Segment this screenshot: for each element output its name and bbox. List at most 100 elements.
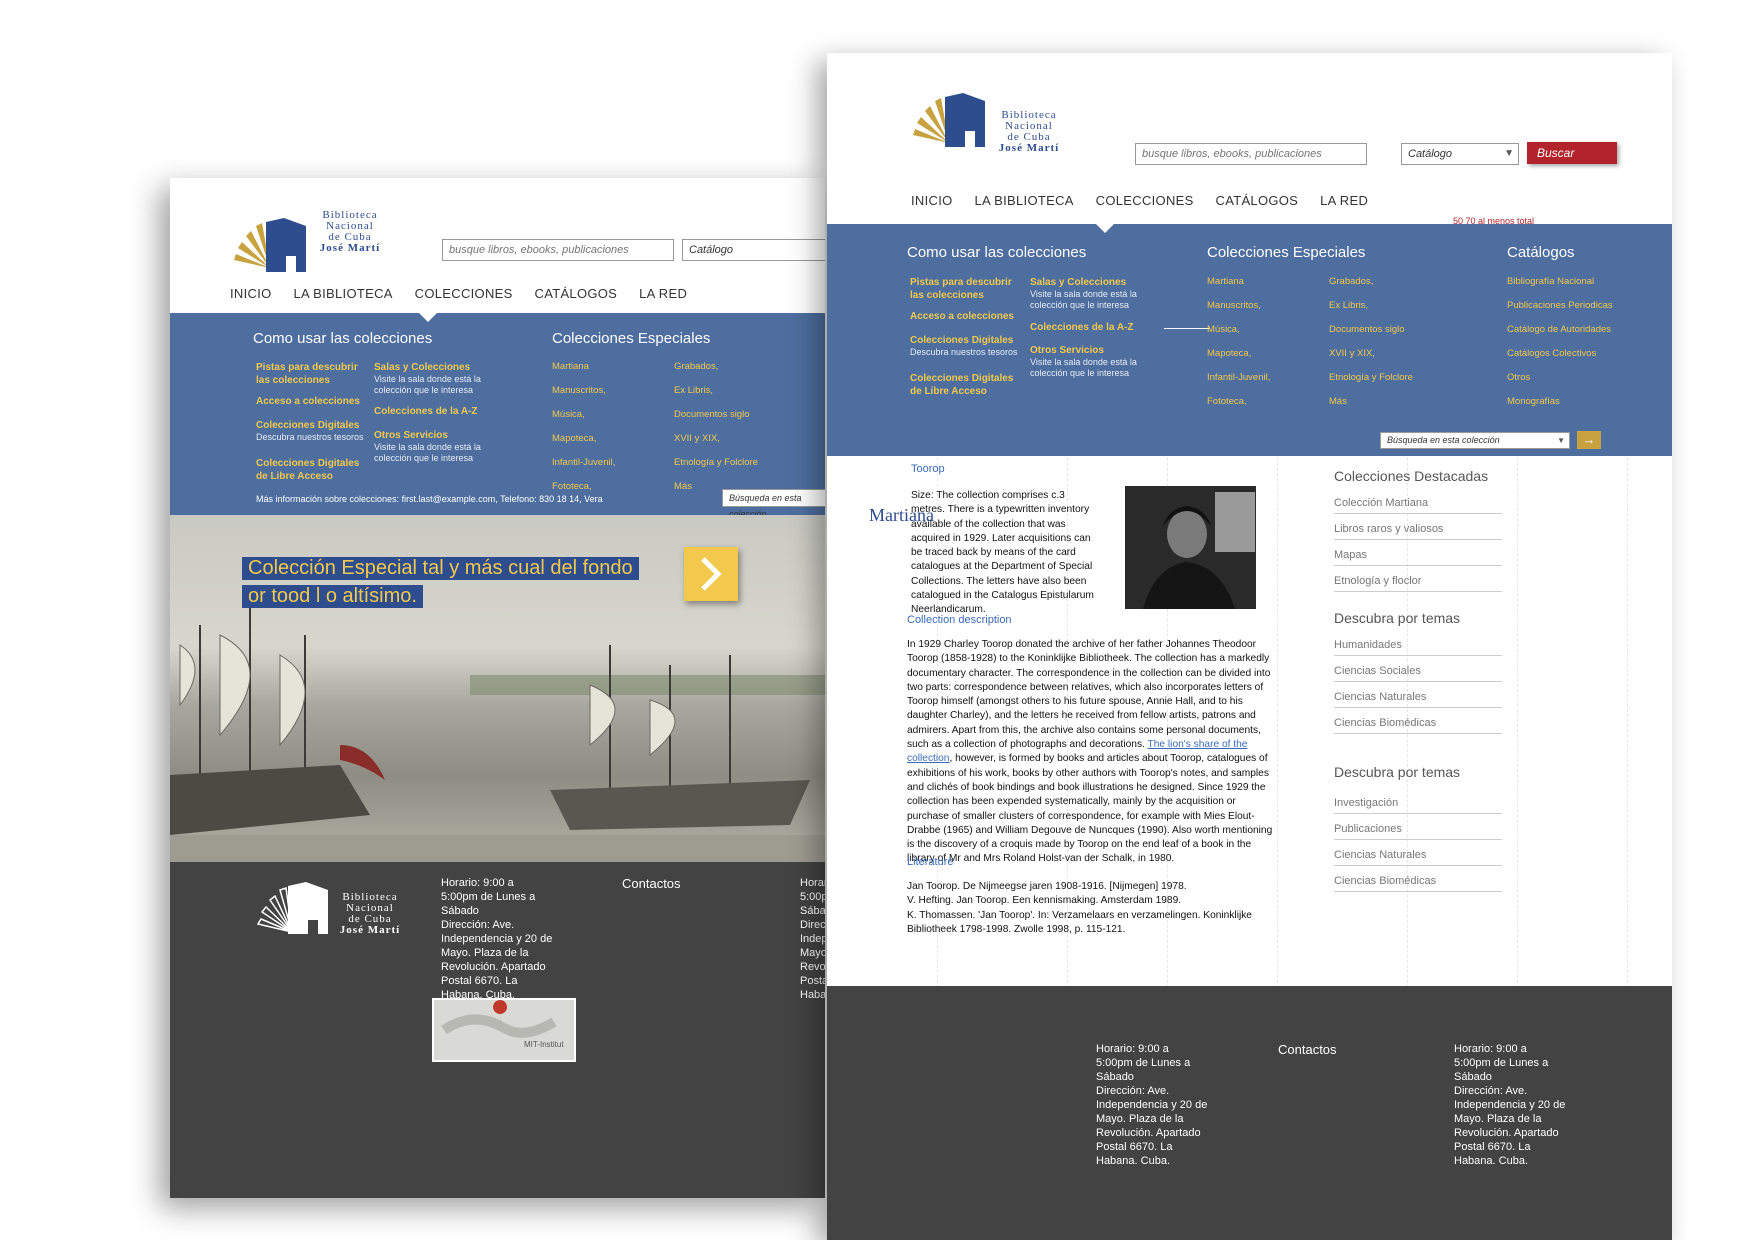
mega-col2-title: Colecciones Especiales: [552, 330, 711, 347]
especiales-item[interactable]: XVII y XIX,: [674, 427, 758, 451]
especiales-item[interactable]: Documentos siglo: [674, 403, 758, 427]
especiales-item[interactable]: XVII y XIX,: [1329, 342, 1413, 366]
nav-la-red[interactable]: LA RED: [1320, 193, 1368, 208]
search-button[interactable]: Buscar: [1527, 142, 1617, 164]
mega-link-acceso[interactable]: Acceso a colecciones: [910, 310, 1014, 323]
mega-digitales-sub: Descubra nuestros tesoros: [910, 347, 1018, 357]
footer-map[interactable]: MIT-Institut: [432, 998, 576, 1062]
grid-guide: [1627, 458, 1629, 988]
especiales-item[interactable]: Martiana: [1207, 270, 1270, 294]
mega-link-az[interactable]: Colecciones de la A-Z: [1030, 321, 1134, 334]
site-logo[interactable]: [230, 216, 315, 279]
footer-horario: Horario: 9:00 a 5:00pm de Lunes a Sábado: [441, 877, 536, 917]
sidebar-item[interactable]: Ciencias Biomédicas: [1334, 708, 1502, 734]
mega-menu: Como usar las colecciones Pistas para de…: [170, 312, 825, 519]
especiales-item[interactable]: Infantil-Juvenil,: [1207, 366, 1270, 390]
especiales-item[interactable]: Manuscritos,: [552, 379, 615, 403]
sidebar-item[interactable]: Humanidades: [1334, 630, 1502, 656]
catalog-select[interactable]: Catálogo: [682, 239, 825, 261]
catalogos-item[interactable]: Publicaciones Periodicas: [1507, 294, 1613, 318]
especiales-item[interactable]: Música,: [1207, 318, 1270, 342]
hero-title-line2: or tood l o altísimo.: [242, 585, 423, 608]
especiales-item[interactable]: Ex Libris,: [1329, 294, 1413, 318]
footer-direccion: Dirección: Ave. Independencia y 20 de Ma…: [441, 919, 553, 1001]
especiales-item[interactable]: Infantil-Juvenil,: [552, 451, 615, 475]
mega-link-digitales[interactable]: Colecciones Digitales: [910, 334, 1013, 347]
sidebar-item[interactable]: Publicaciones: [1334, 814, 1502, 840]
collection-search-button[interactable]: →: [1577, 431, 1601, 449]
catalogos-item[interactable]: Catálogos Colectivos: [1507, 342, 1613, 366]
nav-la-biblioteca[interactable]: LA BIBLIOTECA: [974, 193, 1073, 208]
sidebar-heading-temas: Descubra por temas: [1334, 610, 1461, 626]
mega-col2-title: Colecciones Especiales: [1207, 244, 1366, 261]
mega-link-pistas[interactable]: Pistas para descubrir las colecciones: [256, 361, 366, 387]
catalogos-item[interactable]: Otros: [1507, 366, 1613, 390]
search-input[interactable]: [442, 239, 674, 261]
footer-horario-2: Horario: 9:00 a 5:00pm de Lunes a Sábado: [800, 877, 825, 917]
sidebar-item[interactable]: Ciencias Naturales: [1334, 840, 1502, 866]
footer-logo-icon: [256, 882, 328, 934]
mega-link-otros[interactable]: Otros Servicios: [1030, 344, 1104, 357]
sidebar-item[interactable]: Investigación: [1334, 788, 1502, 814]
especiales-item[interactable]: Grabados,: [674, 355, 758, 379]
especiales-item[interactable]: Etnología y Folclore: [674, 451, 758, 475]
sidebar-item[interactable]: Ciencias Biomédicas: [1334, 866, 1502, 892]
collection-search-input[interactable]: Búsqueda en esta colección: [722, 489, 825, 519]
especiales-list-b: Grabados, Ex Libris, Documentos siglo XV…: [674, 355, 758, 499]
mega-link-az[interactable]: Colecciones de la A-Z: [374, 405, 478, 418]
sidebar-item[interactable]: Mapas: [1334, 540, 1502, 566]
collection-search-input[interactable]: Búsqueda en esta colección ▼: [1380, 432, 1570, 449]
hero-next-button[interactable]: [684, 547, 738, 601]
mega-link-otros[interactable]: Otros Servicios: [374, 429, 448, 442]
especiales-item[interactable]: Mapoteca,: [1207, 342, 1270, 366]
footer-contactos[interactable]: Contactos: [1278, 1042, 1337, 1057]
footer-contactos[interactable]: Contactos: [622, 876, 681, 891]
nav-colecciones[interactable]: COLECCIONES: [415, 286, 513, 301]
mega-link-salas[interactable]: Salas y Colecciones: [374, 361, 470, 374]
literature-item: V. Hefting. Jan Toorop. Een kennismaking…: [907, 895, 1182, 907]
especiales-item[interactable]: Documentos siglo: [1329, 318, 1413, 342]
mega-link-acceso[interactable]: Acceso a colecciones: [256, 395, 360, 408]
logo-icon: [913, 93, 985, 147]
catalogos-item[interactable]: Bibliografía Nacional: [1507, 270, 1613, 294]
especiales-item[interactable]: Manuscritos,: [1207, 294, 1270, 318]
map-pin-icon: [441, 1000, 557, 1038]
description-text: In 1929 Charley Toorop donated the archi…: [907, 639, 1271, 751]
footer-logo-text: Biblioteca Nacional de Cuba José Martí: [339, 891, 401, 936]
mega-link-libre[interactable]: Colecciones Digitales de Libre Acceso: [910, 372, 1020, 398]
sidebar-item[interactable]: Ciencias Sociales: [1334, 656, 1502, 682]
catalogos-item[interactable]: Catálogo de Autoridades: [1507, 318, 1613, 342]
especiales-item[interactable]: Mapoteca,: [552, 427, 615, 451]
nav-catalogos[interactable]: CATÁLOGOS: [1216, 193, 1299, 208]
search-input[interactable]: [1135, 143, 1367, 165]
description-paragraph: In 1929 Charley Toorop donated the archi…: [907, 638, 1275, 867]
nav-colecciones[interactable]: COLECCIONES: [1096, 193, 1194, 208]
grid-guide: [1517, 458, 1519, 988]
site-logo[interactable]: [909, 91, 994, 154]
nav-la-biblioteca[interactable]: LA BIBLIOTECA: [293, 286, 392, 301]
nav-inicio[interactable]: INICIO: [230, 286, 272, 301]
sidebar-item[interactable]: Ciencias Naturales: [1334, 682, 1502, 708]
sidebar-item[interactable]: Colección Martiana: [1334, 488, 1502, 514]
mega-link-libre[interactable]: Colecciones Digitales de Libre Acceso: [256, 457, 366, 483]
especiales-item[interactable]: Grabados,: [1329, 270, 1413, 294]
mega-link-salas[interactable]: Salas y Colecciones: [1030, 276, 1126, 289]
sidebar-item[interactable]: Etnología y floclor: [1334, 566, 1502, 592]
especiales-item[interactable]: Martiana: [552, 355, 615, 379]
sidebar-item[interactable]: Libros raros y valiosos: [1334, 514, 1502, 540]
especiales-item[interactable]: Etnología y Folclore: [1329, 366, 1413, 390]
breadcrumb[interactable]: Toorop: [911, 463, 945, 475]
nav-inicio[interactable]: INICIO: [911, 193, 953, 208]
chevron-down-icon: ▼: [1504, 148, 1514, 159]
especiales-item[interactable]: Música,: [552, 403, 615, 427]
catalog-select[interactable]: Catálogo ▼: [1401, 143, 1519, 165]
nav-la-red[interactable]: LA RED: [639, 286, 687, 301]
catalogos-item[interactable]: Monografías: [1507, 390, 1613, 414]
mega-link-pistas[interactable]: Pistas para descubrir las colecciones: [910, 276, 1020, 302]
nav-catalogos[interactable]: CATÁLOGOS: [535, 286, 618, 301]
mega-link-digitales[interactable]: Colecciones Digitales: [256, 419, 359, 432]
arrow-right-icon: →: [1582, 432, 1596, 447]
especiales-item[interactable]: Más: [1329, 390, 1413, 414]
especiales-item[interactable]: Ex Libris,: [674, 379, 758, 403]
especiales-item[interactable]: Fototeca,: [1207, 390, 1270, 414]
